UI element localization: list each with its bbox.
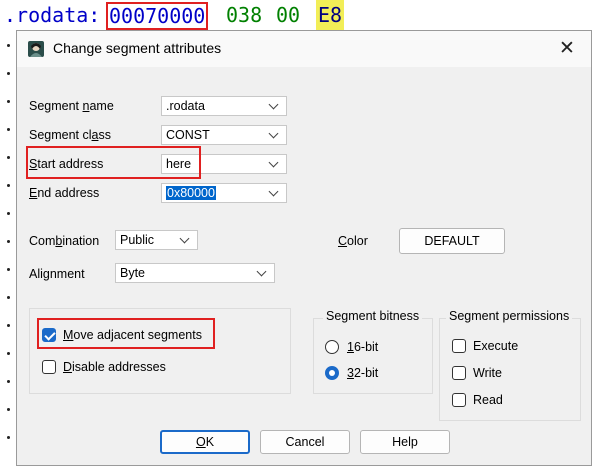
byte-value: 00 (276, 3, 301, 27)
segment-class-combo[interactable]: CONST (161, 125, 287, 145)
color-label: Color (338, 234, 368, 248)
execute-label[interactable]: Execute (473, 339, 518, 353)
move-adjacent-checkbox[interactable] (42, 328, 56, 342)
write-checkbox[interactable] (452, 366, 466, 380)
segment-name-label: Segment name (29, 99, 114, 113)
end-address-combo[interactable]: 0x80000 (161, 183, 287, 203)
start-address-combo[interactable]: here (161, 154, 287, 174)
chevron-down-icon[interactable] (268, 97, 280, 115)
change-segment-dialog: Change segment attributes ✕ Segment name… (16, 30, 592, 466)
permissions-group-title: Segment permissions (446, 309, 573, 323)
disable-addresses-checkbox[interactable] (42, 360, 56, 374)
bitness-group-title: Segment bitness (323, 309, 423, 323)
segment-prefix: .rodata: (4, 3, 101, 27)
bit32-radio[interactable] (325, 366, 339, 380)
bit16-radio[interactable] (325, 340, 339, 354)
alignment-value: Byte (120, 266, 146, 280)
segment-name-value: .rodata (166, 99, 205, 113)
disassembly-line: .rodata: 00070000 038 00 E8 (0, 0, 592, 30)
disable-addresses-label[interactable]: Disable addresses (63, 360, 166, 374)
close-icon[interactable]: ✕ (557, 39, 577, 59)
chevron-down-icon[interactable] (268, 184, 280, 202)
bit32-label[interactable]: 32-bit (347, 366, 378, 380)
end-address-label: End address (29, 186, 100, 200)
segment-class-label: Segment class (29, 128, 111, 142)
chevron-down-icon[interactable] (179, 231, 191, 249)
cancel-button[interactable]: Cancel (260, 430, 350, 454)
ok-button[interactable]: OK (160, 430, 250, 454)
read-label[interactable]: Read (473, 393, 503, 407)
move-adjacent-label[interactable]: Move adjacent segments (63, 328, 202, 342)
chevron-down-icon[interactable] (256, 264, 268, 282)
combination-combo[interactable]: Public (115, 230, 198, 250)
byte-value: 038 (226, 3, 263, 27)
dialog-title: Change segment attributes (53, 40, 222, 56)
write-label[interactable]: Write (473, 366, 502, 380)
highlighted-byte: E8 (316, 0, 345, 30)
bitness-group (313, 318, 433, 394)
alignment-label: Alignment (29, 267, 85, 281)
line-gutter (0, 30, 16, 466)
color-default-button[interactable]: DEFAULT (399, 228, 505, 254)
address-value[interactable]: 00070000 (106, 2, 209, 30)
ida-app-icon (28, 41, 44, 57)
combination-value: Public (120, 233, 155, 247)
bit16-label[interactable]: 16-bit (347, 340, 378, 354)
read-checkbox[interactable] (452, 393, 466, 407)
segment-class-value: CONST (166, 128, 210, 142)
chevron-down-icon[interactable] (268, 126, 280, 144)
start-address-label: Start address (29, 157, 104, 171)
dialog-titlebar[interactable]: Change segment attributes ✕ (17, 31, 591, 67)
help-button[interactable]: Help (360, 430, 450, 454)
segment-name-combo[interactable]: .rodata (161, 96, 287, 116)
chevron-down-icon[interactable] (268, 155, 280, 173)
alignment-combo[interactable]: Byte (115, 263, 275, 283)
start-address-value: here (166, 157, 192, 171)
options-group (29, 308, 291, 394)
end-address-value: 0x80000 (166, 186, 216, 200)
execute-checkbox[interactable] (452, 339, 466, 353)
combination-label: Combination (29, 234, 100, 248)
